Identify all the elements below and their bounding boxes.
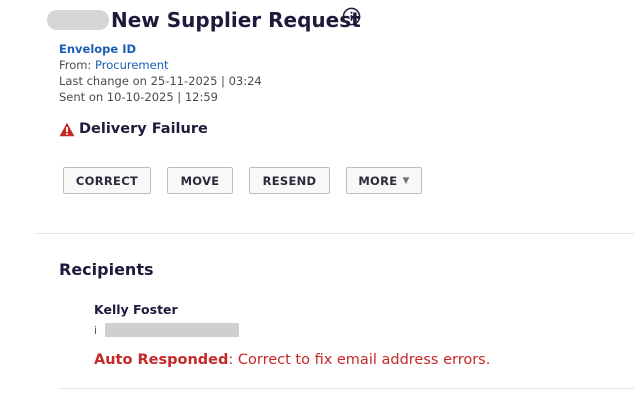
recipient-status-label: Auto Responded	[94, 352, 229, 368]
more-button[interactable]: MORE ▼	[346, 167, 422, 194]
section-divider	[35, 233, 634, 234]
delivery-status-label: Delivery Failure	[79, 121, 208, 137]
redacted-sender-avatar	[47, 10, 109, 30]
warning-icon	[59, 122, 75, 136]
last-change-text: Last change on 25-11-2025 | 03:24	[59, 74, 262, 88]
from-label: From:	[59, 58, 96, 72]
recipient-status-message: : Correct to fix email address errors.	[228, 352, 491, 368]
caret-down-icon: ▼	[402, 175, 410, 186]
info-icon[interactable]	[342, 7, 361, 26]
recipient-divider	[59, 388, 634, 389]
redacted-recipient-email	[105, 323, 239, 337]
move-button[interactable]: MOVE	[167, 167, 233, 194]
page-title: New Supplier Request	[111, 8, 361, 32]
recipients-heading: Recipients	[59, 260, 154, 279]
sent-on-text: Sent on 10-10-2025 | 12:59	[59, 90, 218, 104]
recipient-name: Kelly Foster	[94, 302, 178, 317]
resend-button[interactable]: RESEND	[249, 167, 330, 194]
recipient-status: Auto Responded: Correct to fix email add…	[94, 352, 490, 368]
delivery-status: Delivery Failure	[59, 121, 208, 137]
envelope-id-link[interactable]: Envelope ID	[59, 42, 136, 56]
from-sender-link[interactable]: Procurement	[95, 58, 168, 72]
more-button-label: MORE	[358, 173, 398, 188]
correct-button[interactable]: CORRECT	[63, 167, 151, 194]
from-line: From: Procurement	[59, 58, 169, 72]
recipient-email-partial: i	[94, 324, 98, 337]
